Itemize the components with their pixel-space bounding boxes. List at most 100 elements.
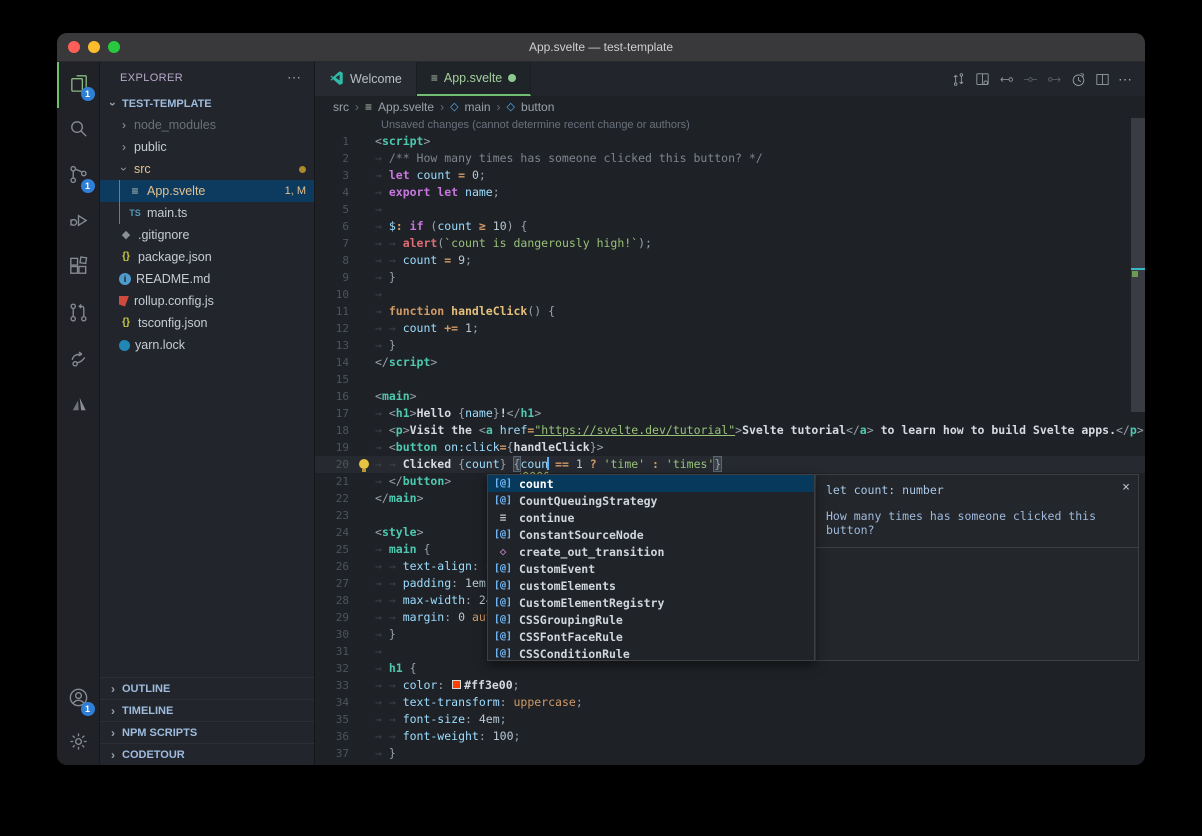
go-back-icon[interactable]	[998, 71, 1015, 88]
file-row-App.svelte[interactable]: ≡App.svelte1, M	[100, 180, 314, 202]
activity-explorer[interactable]: 1	[57, 62, 100, 108]
file-row-tsconfig.json[interactable]: {}tsconfig.json	[100, 312, 314, 334]
code-line-17[interactable]: 17→<h1>Hello {name}!</h1>	[315, 405, 1145, 422]
code-line-12[interactable]: 12→→count += 1;	[315, 320, 1145, 337]
file-row-main.ts[interactable]: TSmain.ts	[100, 202, 314, 224]
line-number: 30	[315, 626, 355, 643]
accounts-badge: 1	[81, 702, 95, 716]
activity-live-share[interactable]	[57, 338, 100, 384]
zoom-window-button[interactable]	[108, 41, 120, 53]
line-number: 37	[315, 745, 355, 762]
suggest-item-CSSFontFaceRule[interactable]: [@]CSSFontFaceRule	[488, 628, 814, 645]
section-timeline[interactable]: ›TIMELINE	[100, 699, 314, 721]
minimize-window-button[interactable]	[88, 41, 100, 53]
file-row-README.md[interactable]: iREADME.md	[100, 268, 314, 290]
activity-extensions[interactable]	[57, 246, 100, 292]
code-line-8[interactable]: 8→→count = 9;	[315, 252, 1145, 269]
code-line-20[interactable]: 20→→Clicked {count} {coun == 1 ? 'time' …	[315, 456, 1145, 473]
activity-run-debug[interactable]	[57, 200, 100, 246]
file-row-public[interactable]: ›public	[100, 136, 314, 158]
activity-source-control[interactable]: 1	[57, 154, 100, 200]
suggest-item-continue[interactable]: ≡continue	[488, 509, 814, 526]
tab-app-svelte[interactable]: ≡ App.svelte	[417, 62, 531, 96]
close-window-button[interactable]	[68, 41, 80, 53]
go-forward-icon[interactable]	[1046, 71, 1063, 88]
code-line-9[interactable]: 9→}	[315, 269, 1145, 286]
code-line-14[interactable]: 14</script>	[315, 354, 1145, 371]
code-line-10[interactable]: 10→	[315, 286, 1145, 303]
suggest-item-CustomElementRegistry[interactable]: [@]CustomElementRegistry	[488, 594, 814, 611]
code-line-6[interactable]: 6→$: if (count ≥ 10) {	[315, 218, 1145, 235]
suggest-item-customElements[interactable]: [@]customElements	[488, 577, 814, 594]
suggest-item-CSSConditionRule[interactable]: [@]CSSConditionRule	[488, 645, 814, 662]
section-codetour[interactable]: ›CODETOUR	[100, 743, 314, 765]
code-line-36[interactable]: 36→→font-weight: 100;	[315, 728, 1145, 745]
vertical-scrollbar[interactable]	[1131, 117, 1145, 765]
file-row-node_modules[interactable]: ›node_modules	[100, 114, 314, 136]
current-change-icon[interactable]	[1022, 71, 1039, 88]
code-line-19[interactable]: 19→<button on:click={handleClick}>	[315, 439, 1145, 456]
suggest-item-CSSGroupingRule[interactable]: [@]CSSGroupingRule	[488, 611, 814, 628]
tab-welcome[interactable]: Welcome	[315, 62, 417, 96]
file-row-package.json[interactable]: {}package.json	[100, 246, 314, 268]
code-line-35[interactable]: 35→→font-size: 4em;	[315, 711, 1145, 728]
breadcrumb-main[interactable]: main	[465, 100, 491, 114]
open-changes-icon[interactable]	[950, 71, 967, 88]
code-line-16[interactable]: 16<main>	[315, 388, 1145, 405]
code-line-4[interactable]: 4→export let name;	[315, 184, 1145, 201]
file-history-icon[interactable]	[1070, 71, 1087, 88]
line-number: 5	[315, 201, 355, 218]
git-status-badge: 1, M	[285, 185, 306, 197]
code-line-11[interactable]: 11→function handleClick() {	[315, 303, 1145, 320]
breadcrumb-app-svelte[interactable]: App.svelte	[378, 100, 434, 114]
code-line-15[interactable]: 15	[315, 371, 1145, 388]
code-editor[interactable]: Unsaved changes (cannot determine recent…	[315, 117, 1145, 765]
dirty-indicator[interactable]	[508, 74, 516, 82]
activity-azure[interactable]	[57, 384, 100, 430]
suggest-item-CustomEvent[interactable]: [@]CustomEvent	[488, 560, 814, 577]
code-line-1[interactable]: 1<script>	[315, 133, 1145, 150]
file-row-src[interactable]: ›src	[100, 158, 314, 180]
code-line-13[interactable]: 13→}	[315, 337, 1145, 354]
suggest-item-create_out_transition[interactable]: ◇create_out_transition	[488, 543, 814, 560]
section-outline[interactable]: ›OUTLINE	[100, 677, 314, 699]
suggest-item-count[interactable]: [@]count	[488, 475, 814, 492]
suggest-label: count	[519, 476, 554, 492]
activity-settings[interactable]	[57, 723, 100, 765]
titlebar[interactable]: App.svelte — test-template	[57, 33, 1145, 62]
code-line-18[interactable]: 18→<p>Visit the <a href="https://svelte.…	[315, 422, 1145, 439]
scrollbar-slider[interactable]	[1131, 118, 1145, 412]
more-actions-icon[interactable]: ⋯	[1118, 71, 1133, 88]
file-row-yarn.lock[interactable]: yarn.lock	[100, 334, 314, 356]
breadcrumb-button[interactable]: button	[521, 100, 554, 114]
lightbulb-icon[interactable]	[359, 459, 369, 469]
code-line-5[interactable]: 5→	[315, 201, 1145, 218]
section-npm-scripts[interactable]: ›NPM SCRIPTS	[100, 721, 314, 743]
code-line-32[interactable]: 32→h1 {	[315, 660, 1145, 677]
explorer-more-actions-icon[interactable]: ⋯	[287, 69, 302, 86]
code-line-3[interactable]: 3→let count = 0;	[315, 167, 1145, 184]
svelte-file-icon: ≡	[431, 71, 438, 85]
split-editor-icon[interactable]	[1094, 71, 1111, 88]
code-line-34[interactable]: 34→→text-transform: uppercase;	[315, 694, 1145, 711]
activity-accounts[interactable]: 1	[57, 677, 100, 723]
modified-dot	[299, 166, 306, 173]
file-row-.gitignore[interactable]: ◆.gitignore	[100, 224, 314, 246]
code-line-37[interactable]: 37→}	[315, 745, 1145, 762]
suggest-item-ConstantSourceNode[interactable]: [@]ConstantSourceNode	[488, 526, 814, 543]
suggest-variable-icon: [@]	[492, 493, 514, 509]
code-line-2[interactable]: 2→/** How many times has someone clicked…	[315, 150, 1145, 167]
activity-github-pr[interactable]	[57, 292, 100, 338]
suggest-item-CountQueuingStrategy[interactable]: [@]CountQueuingStrategy	[488, 492, 814, 509]
open-preview-icon[interactable]	[974, 71, 991, 88]
breadcrumb-src[interactable]: src	[333, 100, 349, 114]
svelte-file-icon: ≡	[128, 184, 142, 198]
code-line-33[interactable]: 33→→color: #ff3e00;	[315, 677, 1145, 694]
file-row-rollup.config.js[interactable]: rollup.config.js	[100, 290, 314, 312]
workspace-root-row[interactable]: › TEST-TEMPLATE	[100, 93, 314, 114]
activity-search[interactable]	[57, 108, 100, 154]
close-icon[interactable]: ×	[1122, 480, 1130, 495]
code-line-7[interactable]: 7→→alert(`count is dangerously high!`);	[315, 235, 1145, 252]
suggest-label: CSSGroupingRule	[519, 612, 623, 628]
blame-annotation: Unsaved changes (cannot determine recent…	[315, 117, 1145, 133]
